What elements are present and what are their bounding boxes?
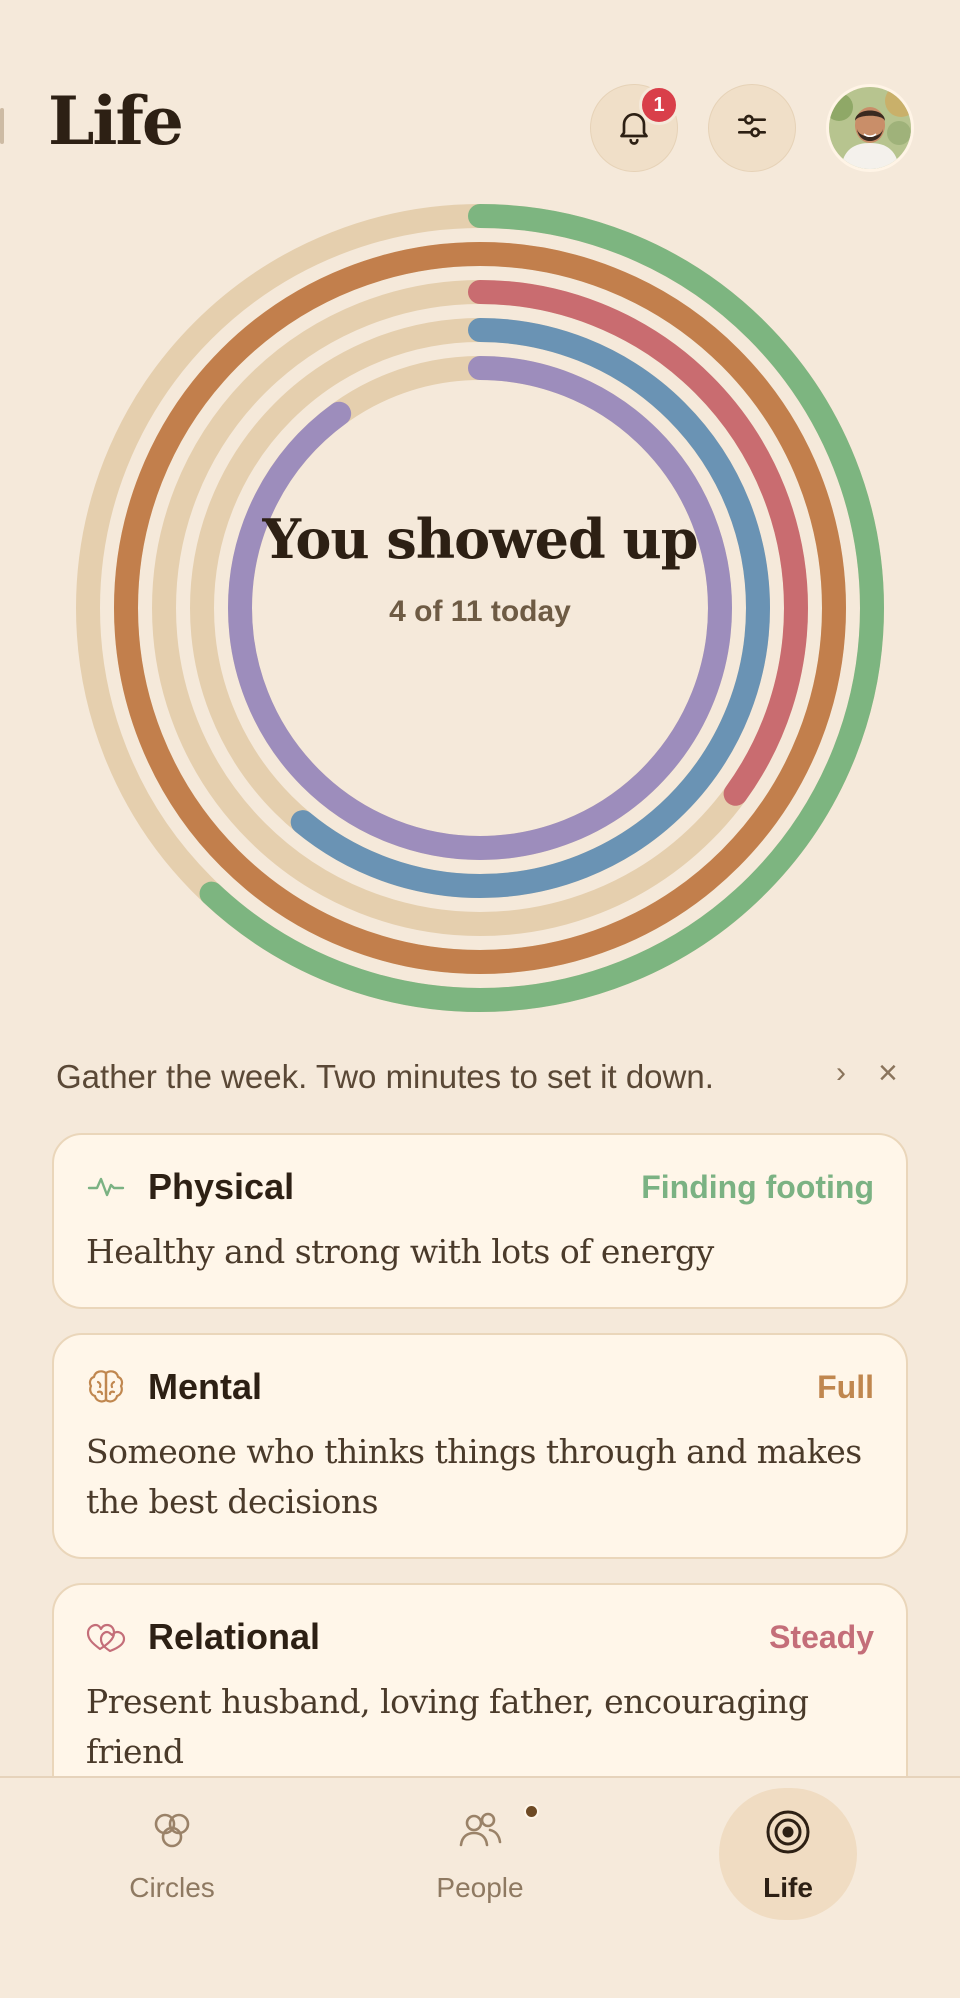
user-avatar	[829, 87, 911, 169]
card-title: Physical	[148, 1166, 295, 1207]
nav-item-people[interactable]: People	[400, 1778, 560, 1928]
weekly-reflection-prompt[interactable]: Gather the week. Two minutes to set it d…	[56, 1058, 714, 1096]
brain-icon	[86, 1367, 126, 1407]
card-status: Full	[817, 1368, 874, 1405]
hearts-icon	[86, 1617, 126, 1657]
nav-item-circles[interactable]: Circles	[92, 1778, 252, 1928]
notification-badge: 1	[639, 85, 679, 125]
area-card-physical[interactable]: Physical Finding footing Healthy and str…	[52, 1133, 908, 1309]
edge-indicator	[0, 108, 4, 144]
card-title: Mental	[148, 1366, 263, 1407]
nav-label: People	[436, 1872, 524, 1903]
area-card-mental[interactable]: Mental Full Someone who thinks things th…	[52, 1333, 908, 1559]
rings-count: 4 of 11 today	[389, 595, 571, 628]
card-description: Healthy and strong with lots of energy	[86, 1232, 714, 1271]
page-title: Life	[48, 82, 184, 160]
people-icon	[456, 1808, 504, 1859]
nav-label: Circles	[129, 1872, 215, 1903]
card-description: Someone who thinks things through and ma…	[86, 1432, 862, 1521]
target-icon	[764, 1808, 812, 1861]
people-activity-dot	[524, 1804, 539, 1819]
card-status: Steady	[769, 1618, 874, 1655]
card-description: Present husband, loving father, encourag…	[86, 1682, 809, 1771]
rings-summary: You showed up 4 of 11 today	[230, 505, 730, 629]
chevron-right-icon[interactable]: ›	[836, 1056, 846, 1090]
card-status: Finding footing	[641, 1168, 874, 1205]
nav-label: Life	[763, 1872, 813, 1903]
rings-headline: You showed up	[262, 507, 698, 571]
notifications-button[interactable]: 1	[590, 84, 679, 172]
nav-item-life[interactable]: Life	[719, 1778, 879, 1928]
circles-icon	[149, 1808, 195, 1859]
card-title: Relational	[148, 1616, 321, 1657]
pulse-icon	[86, 1167, 126, 1207]
avatar[interactable]	[826, 84, 914, 172]
close-icon[interactable]: ×	[878, 1054, 898, 1093]
filters-button[interactable]	[708, 84, 796, 172]
bottom-navigation: Circles People Life	[0, 1776, 960, 1998]
sliders-icon	[733, 107, 771, 150]
